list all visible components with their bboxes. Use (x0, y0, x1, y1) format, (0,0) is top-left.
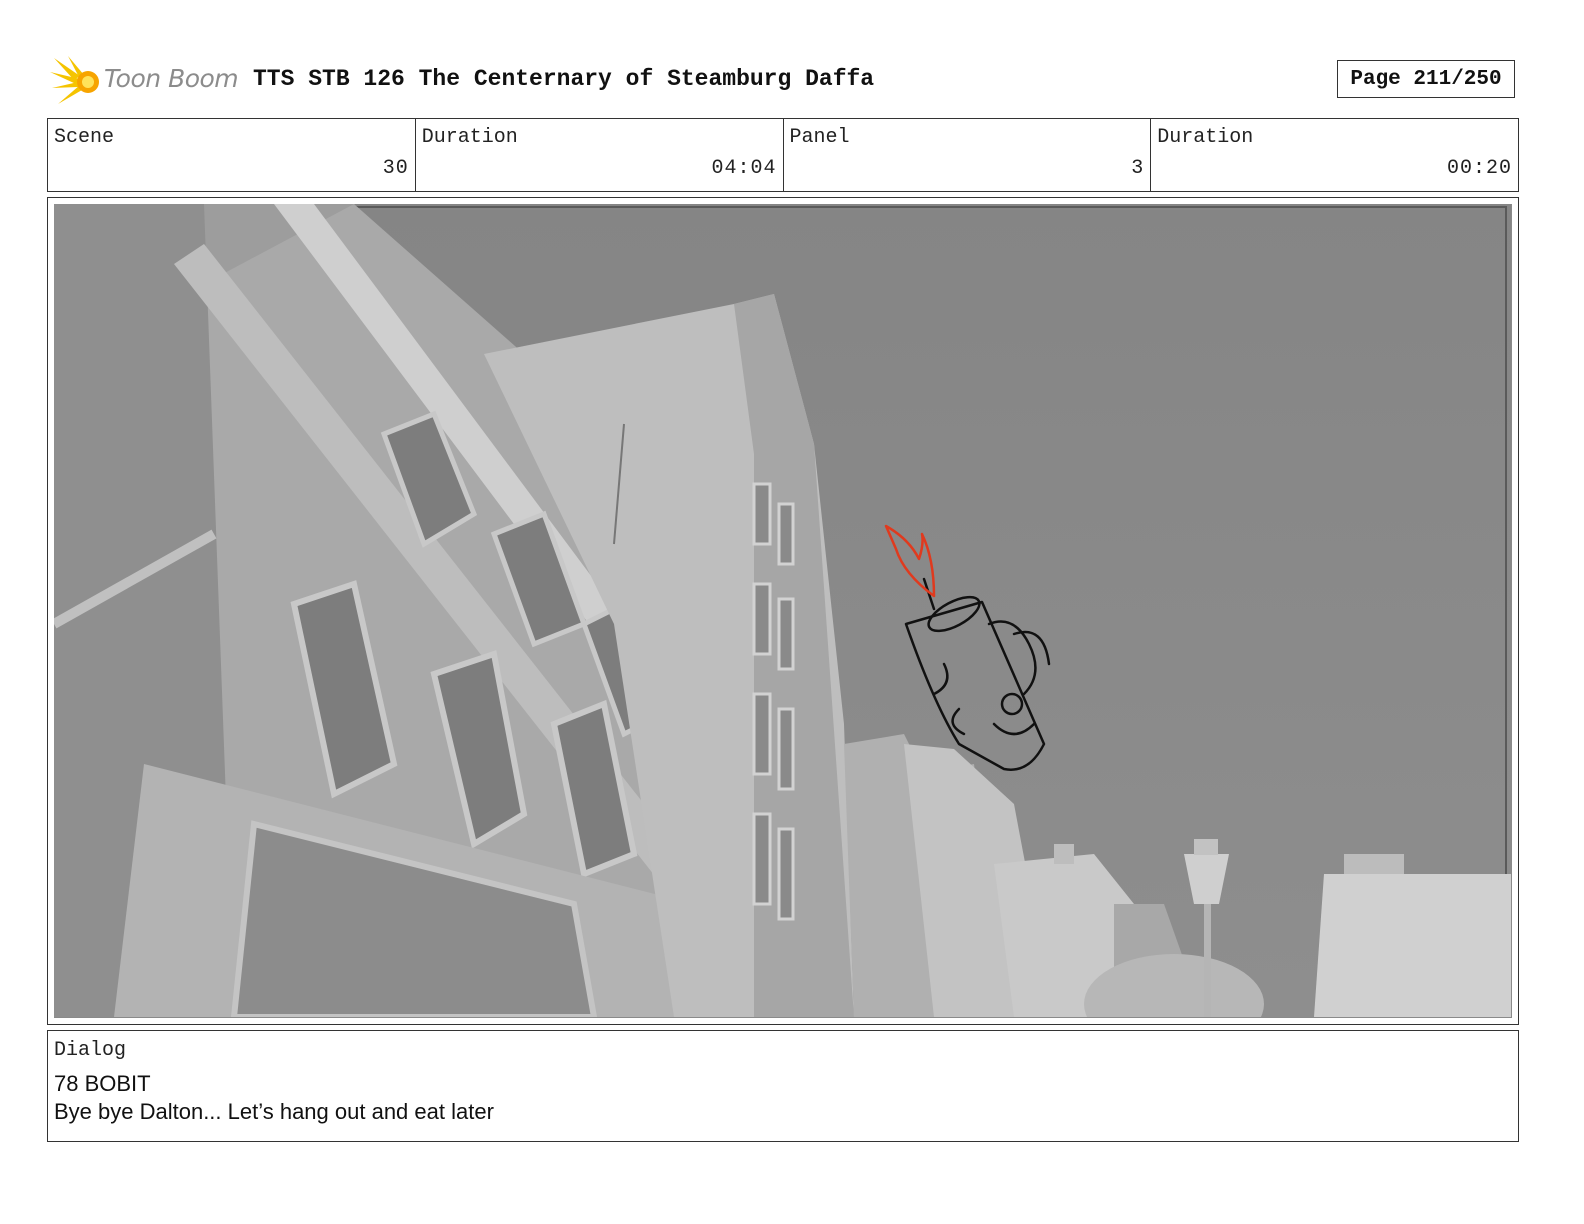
storyboard-panel (47, 197, 1519, 1025)
scene-value: 30 (382, 157, 409, 180)
starburst-icon (50, 56, 99, 104)
scene-duration-value: 04:04 (711, 157, 777, 180)
panel-label: Panel (789, 126, 850, 149)
scene-info-row: Scene 30 Duration 04:04 Panel 3 Duration… (47, 118, 1519, 192)
document-title: TTS STB 126 The Centernary of Steamburg … (253, 66, 875, 92)
scene-cell: Scene 30 (48, 119, 416, 191)
scene-duration-cell: Duration 04:04 (416, 119, 784, 191)
dialog-text: Bye bye Dalton... Let’s hang out and eat… (54, 1099, 494, 1124)
dialog-box: Dialog 78 BOBIT Bye bye Dalton... Let’s … (47, 1030, 1519, 1142)
panel-duration-label: Duration (1157, 126, 1254, 149)
panel-duration-value: 00:20 (1446, 157, 1512, 180)
street-scene-illustration (54, 204, 1511, 1017)
panel-value: 3 (1131, 157, 1145, 180)
page-number: Page 211/250 (1337, 60, 1515, 98)
panel-duration-cell: Duration 00:20 (1151, 119, 1518, 191)
panel-cell: Panel 3 (784, 119, 1152, 191)
dialog-speaker: 78 BOBIT (54, 1071, 151, 1096)
panel-image (54, 204, 1512, 1018)
scene-label: Scene (54, 126, 115, 149)
logo-text: Toon Boom (104, 64, 239, 93)
scene-duration-label: Duration (421, 126, 518, 149)
dialog-label: Dialog (54, 1039, 127, 1062)
toon-boom-logo: Toon Boom (50, 54, 240, 108)
